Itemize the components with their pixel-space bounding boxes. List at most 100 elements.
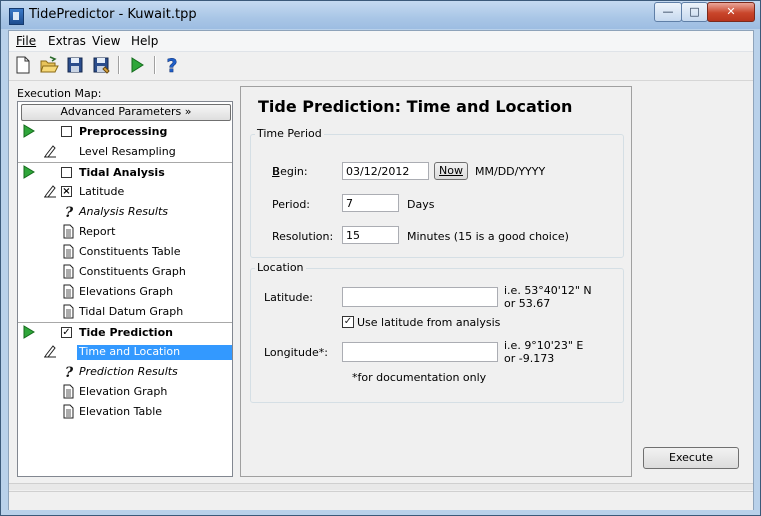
documentation-footnote: *for documentation only (352, 371, 487, 384)
menu-view[interactable]: View (92, 34, 120, 48)
latitude-input[interactable] (342, 287, 498, 307)
time-period-legend: Time Period (255, 127, 324, 140)
document-icon (63, 264, 74, 282)
tree-item[interactable]: × Latitude (18, 182, 232, 202)
resolution-input[interactable]: 15 (342, 226, 399, 244)
execution-map-label: Execution Map: (17, 87, 102, 100)
play-icon (23, 165, 35, 182)
client-area: File Extras View Help ? Execution Map: A… (8, 30, 754, 510)
pencil-icon (43, 184, 57, 201)
tree-item-label: Prediction Results (79, 365, 178, 378)
pencil-icon (43, 144, 57, 161)
tree-item[interactable]: ✓ Tide Prediction (18, 322, 232, 343)
execute-button[interactable]: Execute (643, 447, 739, 469)
tree-item-label: Latitude (79, 185, 125, 198)
tree-item-label: Report (79, 225, 116, 238)
tree-item[interactable]: Report (18, 222, 232, 242)
longitude-hint-decimal: or -9.173 (504, 352, 555, 365)
tree-item-label: Constituents Table (79, 245, 181, 258)
open-folder-icon[interactable] (39, 55, 59, 75)
svg-text:?: ? (65, 365, 74, 379)
tree-item-label: Elevation Table (79, 405, 163, 418)
menu-extras[interactable]: Extras (48, 34, 86, 48)
tree-item[interactable]: ? Analysis Results (18, 202, 232, 222)
location-group: Location Latitude: i.e. 53°40'12" N or 5… (250, 261, 624, 403)
tree-item[interactable]: Elevations Graph (18, 282, 232, 302)
period-unit: Days (407, 198, 435, 211)
begin-label: BBegin: (272, 165, 308, 178)
tree-item[interactable]: Elevation Graph (18, 382, 232, 402)
question-icon: ? (63, 364, 75, 382)
tree-item-label: Level Resampling (79, 145, 176, 158)
execution-map-panel: Execution Map: Advanced Parameters » Pre… (16, 87, 234, 477)
document-icon (63, 304, 74, 322)
menu-bar: File Extras View Help (9, 31, 753, 52)
tree-item[interactable]: Constituents Graph (18, 262, 232, 282)
tree-item-label: Tidal Analysis (79, 166, 165, 179)
tree-item[interactable]: Time and Location (18, 342, 232, 362)
resolution-label: Resolution: (272, 230, 334, 243)
latitude-hint-decimal: or 53.67 (504, 297, 551, 310)
parameter-panel: Tide Prediction: Time and Location Time … (240, 86, 632, 477)
tree-item-checkbox[interactable]: ✓ (61, 327, 72, 338)
toolbar-separator (154, 56, 156, 74)
longitude-input[interactable] (342, 342, 498, 362)
run-icon[interactable] (127, 55, 147, 75)
app-window: TidePredictor - Kuwait.tpp — □ ✕ File Ex… (0, 0, 761, 516)
play-icon (23, 124, 35, 141)
splitter-handle[interactable] (9, 483, 753, 490)
longitude-label: Longitude*: (264, 346, 328, 359)
menu-file[interactable]: File (16, 34, 36, 48)
now-button[interactable]: Now (434, 162, 468, 180)
close-button[interactable]: ✕ (707, 2, 755, 22)
latitude-hint: i.e. 53°40'12" N (504, 284, 592, 297)
tree-item-label: Analysis Results (79, 205, 169, 218)
maximize-button[interactable]: □ (681, 2, 708, 22)
resolution-hint: Minutes (15 is a good choice) (407, 230, 569, 243)
title-bar: TidePredictor - Kuwait.tpp — □ ✕ (1, 1, 760, 29)
tree-item-label: Tidal Datum Graph (79, 305, 184, 318)
begin-input[interactable]: 03/12/2012 (342, 162, 429, 180)
toolbar: ? (9, 52, 753, 81)
tree-item[interactable]: Preprocessing (18, 122, 232, 142)
save-icon[interactable] (65, 55, 85, 75)
tree-item-label: Elevation Graph (79, 385, 168, 398)
advanced-parameters-button[interactable]: Advanced Parameters » (21, 104, 231, 121)
tree-item[interactable]: Tidal Datum Graph (18, 302, 232, 322)
app-logo-icon (9, 8, 24, 25)
pencil-icon (43, 344, 57, 361)
tree-item-checkbox[interactable] (61, 167, 72, 178)
use-latitude-checkbox[interactable]: ✓ (342, 316, 354, 328)
minimize-button[interactable]: — (654, 2, 682, 22)
svg-text:?: ? (166, 55, 177, 75)
location-legend: Location (255, 261, 306, 274)
page-title: Tide Prediction: Time and Location (258, 97, 573, 116)
period-label: Period: (272, 198, 311, 211)
tree-item[interactable]: Elevation Table (18, 402, 232, 422)
time-period-group: Time Period BBegin: 03/12/2012 Now MM/DD… (250, 127, 624, 258)
tree-item-label: Tide Prediction (79, 326, 173, 339)
tree-item-label: Constituents Graph (79, 265, 186, 278)
window-title: TidePredictor - Kuwait.tpp (29, 7, 197, 22)
tree-item-label: Time and Location (77, 345, 232, 360)
longitude-hint: i.e. 9°10'23" E (504, 339, 584, 352)
tree-item[interactable]: ? Prediction Results (18, 362, 232, 382)
use-latitude-label[interactable]: Use latitude from analysis (357, 316, 500, 329)
help-icon[interactable]: ? (162, 55, 182, 75)
tree-item-checkbox[interactable] (61, 126, 72, 137)
document-icon (63, 384, 74, 402)
menu-help[interactable]: Help (131, 34, 158, 48)
execution-tree[interactable]: Advanced Parameters » Preprocessing Level… (17, 101, 233, 477)
document-icon (63, 284, 74, 302)
tree-item[interactable]: Level Resampling (18, 142, 232, 162)
tree-item[interactable]: Tidal Analysis (18, 162, 232, 183)
document-icon (63, 224, 74, 242)
document-icon (63, 244, 74, 262)
latitude-label: Latitude: (264, 291, 313, 304)
period-input[interactable]: 7 (342, 194, 399, 212)
save-as-icon[interactable] (91, 55, 111, 75)
new-file-icon[interactable] (13, 55, 33, 75)
tree-item[interactable]: Constituents Table (18, 242, 232, 262)
tree-item-checkbox[interactable]: × (61, 186, 72, 197)
tree-item-label: Preprocessing (79, 125, 168, 138)
